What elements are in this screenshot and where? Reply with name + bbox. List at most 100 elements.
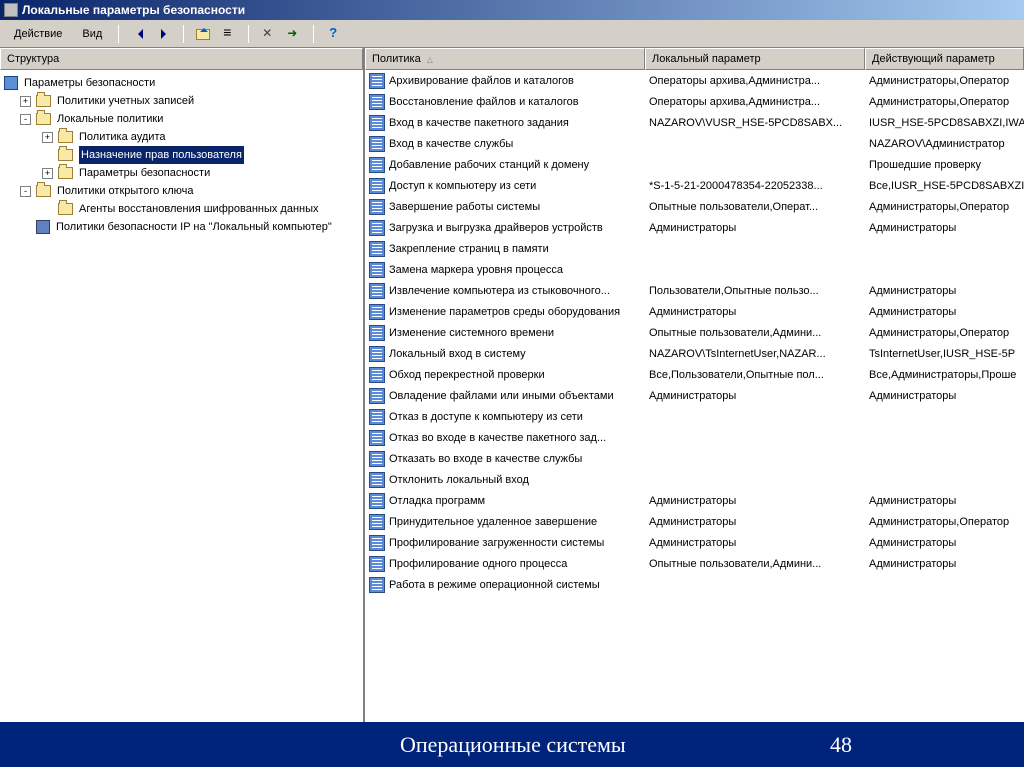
policy-icon [369,262,385,278]
tree-item-label: Параметры безопасности [79,164,210,182]
local-param: Операторы архива,Администра... [645,75,865,87]
tree-item[interactable]: Назначение прав пользователя [2,146,361,164]
policy-icon [369,409,385,425]
list-row[interactable]: Профилирование одного процессаОпытные по… [365,553,1024,574]
menu-view[interactable]: Вид [74,25,110,43]
policy-icon [369,73,385,89]
local-param: Администраторы [645,390,865,402]
policy-icon [369,472,385,488]
tree-item[interactable]: +Политики учетных записей [2,92,361,110]
folder-icon [58,149,73,161]
list-row[interactable]: Загрузка и выгрузка драйверов устройствА… [365,217,1024,238]
effective-param: Администраторы,Оператор [865,327,1024,339]
tree-item[interactable]: Политики безопасности IP на "Локальный к… [2,218,361,236]
tree-expander[interactable]: + [42,132,53,143]
tree-item[interactable]: Агенты восстановления шифрованных данных [2,200,361,218]
footer-page: 48 [830,732,852,758]
sort-asc-icon: △ [427,55,433,64]
list-row[interactable]: Вход в качестве службыNAZAROV\Администра… [365,133,1024,154]
list-row[interactable]: Локальный вход в систему NAZAROV\TsIntern… [365,343,1024,364]
up-folder-icon [196,29,210,40]
tree-item-label: Политики открытого ключа [57,182,193,200]
list-row[interactable]: Профилирование загруженности системыАдми… [365,532,1024,553]
list-row[interactable]: Отказать во входе в качестве службы [365,448,1024,469]
list-row[interactable]: Архивирование файлов и каталоговОператор… [365,70,1024,91]
effective-param: Администраторы [865,306,1024,318]
list-row[interactable]: Отказ во входе в качестве пакетного зад.… [365,427,1024,448]
export-button[interactable] [283,23,305,45]
up-button[interactable] [192,23,214,45]
list-row[interactable]: Завершение работы системыОпытные пользов… [365,196,1024,217]
column-effective[interactable]: Действующий параметр [865,48,1024,70]
policy-name: Изменение параметров среды оборудования [389,306,620,318]
tree-item[interactable]: + Политика аудита [2,128,361,146]
list-row[interactable]: Извлечение компьютера из стыковочного...… [365,280,1024,301]
column-policy[interactable]: Политика △ [365,48,645,70]
menubar: Действие Вид [0,20,1024,48]
delete-icon [260,26,276,42]
tree-expander[interactable]: + [20,96,31,107]
list-row[interactable]: Изменение системного времениОпытные поль… [365,322,1024,343]
list-row[interactable]: Изменение параметров среды оборудования А… [365,301,1024,322]
tree-expander[interactable]: + [42,168,53,179]
separator [248,25,249,43]
tree-item-label: Агенты восстановления шифрованных данных [79,200,319,218]
list-row[interactable]: Работа в режиме операционной системы [365,574,1024,595]
effective-param: Администраторы [865,285,1024,297]
list-row[interactable]: Добавление рабочих станций к доменуПроше… [365,154,1024,175]
policy-name: Отладка программ [389,495,485,507]
list-row[interactable]: Отладка программАдминистраторыАдминистра… [365,490,1024,511]
list-row[interactable]: Обход перекрестной проверкиВсе,Пользоват… [365,364,1024,385]
tree-expander[interactable]: - [20,114,31,125]
forward-button[interactable] [153,23,175,45]
policy-icon [369,199,385,215]
list-row[interactable]: Отклонить локальный вход [365,469,1024,490]
separator [313,25,314,43]
list-row[interactable]: Принудительное удаленное завершениеАдмин… [365,511,1024,532]
policy-name: Вход в качестве службы [389,138,513,150]
list-row[interactable]: Закрепление страниц в памяти [365,238,1024,259]
tree-item[interactable]: - Политики открытого ключа [2,182,361,200]
tree-expander[interactable]: - [20,186,31,197]
policy-name: Вход в качестве пакетного задания [389,117,569,129]
back-button[interactable] [127,23,149,45]
effective-param: Администраторы,Оператор [865,96,1024,108]
tree-root[interactable]: Параметры безопасности [2,74,361,92]
policy-name: Отказ в доступе к компьютеру из сети [389,411,583,423]
policy-name: Отклонить локальный вход [389,474,529,486]
policy-name: Принудительное удаленное завершение [389,516,597,528]
local-param: Все,Пользователи,Опытные пол... [645,369,865,381]
titlebar[interactable]: Локальные параметры безопасности [0,0,1024,20]
tree-item[interactable]: + Параметры безопасности [2,164,361,182]
effective-param: Администраторы,Оператор [865,201,1024,213]
list-body[interactable]: Архивирование файлов и каталоговОператор… [365,70,1024,722]
effective-param: Администраторы [865,558,1024,570]
security-root-icon [4,76,18,90]
list-row[interactable]: Доступ к компьютеру из сети*S-1-5-21-200… [365,175,1024,196]
local-param: NAZAROV\TsInternetUser,NAZAR... [645,348,865,360]
effective-param: Администраторы [865,390,1024,402]
policy-name: Замена маркера уровня процесса [389,264,563,276]
column-local[interactable]: Локальный параметр [645,48,865,70]
delete-button[interactable] [257,23,279,45]
list-row[interactable]: Восстановление файлов и каталоговОперато… [365,91,1024,112]
list-row[interactable]: Отказ в доступе к компьютеру из сети [365,406,1024,427]
list-row[interactable]: Вход в качестве пакетного заданияNAZAROV… [365,112,1024,133]
local-param: Опытные пользователи,Админи... [645,327,865,339]
list-row[interactable]: Овладение файлами или иными объектамиАдм… [365,385,1024,406]
list-view-button[interactable] [218,23,240,45]
policy-name: Локальный вход в систему [389,348,526,360]
help-button[interactable] [322,23,344,45]
local-param: Администраторы [645,495,865,507]
menu-action[interactable]: Действие [6,25,70,43]
local-param: Опытные пользователи,Админи... [645,558,865,570]
list-row[interactable]: Замена маркера уровня процесса [365,259,1024,280]
tree[interactable]: Параметры безопасности +Политики учетных… [0,70,363,722]
tree-item[interactable]: -Локальные политики [2,110,361,128]
folder-icon [36,113,51,125]
policy-icon [369,325,385,341]
folder-icon [58,131,73,143]
policy-icon [369,304,385,320]
tree-item-label: Политика аудита [79,128,165,146]
policy-name: Работа в режиме операционной системы [389,579,600,591]
